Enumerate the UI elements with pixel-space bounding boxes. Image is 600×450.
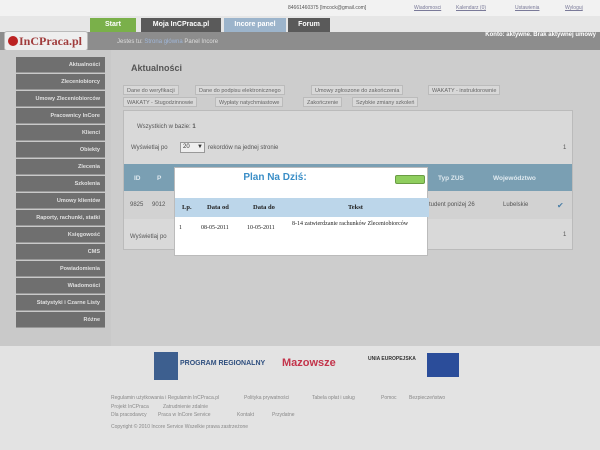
footer-link-polityka[interactable]: Polityka prywatności [244, 395, 289, 401]
tab-start[interactable]: Start [90, 18, 136, 32]
modal-cell-lp: 1 [179, 225, 182, 231]
sidebar-item-powiadomienia[interactable]: Powiadomienia [16, 261, 105, 277]
sidebar-item-obiekty[interactable]: Obiekty [16, 142, 105, 158]
cell-id: 9825 [130, 202, 144, 208]
tab-moja-incpraca[interactable]: Moja InCPraca.pl [141, 18, 221, 32]
record-count-label: Wszystkich w bazie: [137, 124, 191, 130]
user-info: 84661460375 [lmcock@gmail.com] [288, 5, 367, 11]
footer-logo-mazowsze: Mazowsze [282, 357, 336, 369]
sidebar-item-zleceniobiorcy[interactable]: Zleceniobiorcy [16, 74, 105, 90]
perpage-value: 20 [183, 144, 190, 150]
sidebar: Aktualności Zleceniobiorcy Umowy Zleceni… [16, 57, 105, 329]
check-icon[interactable]: ✔ [557, 201, 564, 210]
cell-zus: Student poniżej 26 [425, 202, 475, 208]
record-count-value: 1 [192, 124, 196, 130]
footer-link-pomoc[interactable]: Pomoc [381, 395, 397, 401]
footer-logo-program: PROGRAM REGIONALNY [180, 360, 266, 367]
sidebar-item-szkolenia[interactable]: Szkolenia [16, 176, 105, 192]
tab-dane-weryfikacji[interactable]: Dane do weryfikacji [123, 85, 179, 95]
tab-szybkie-zmiany[interactable]: Szybkie zmiany szkoleń [352, 97, 419, 107]
perpage-suffix: rekordów na jednej stronie [208, 145, 279, 151]
sidebar-item-raporty[interactable]: Raporty, rachunki, statki [16, 210, 105, 226]
sidebar-item-wiadomosci[interactable]: Wiadomości [16, 278, 105, 294]
column-p[interactable]: P [157, 175, 161, 182]
sidebar-item-umowy-klientow[interactable]: Umowy klientów [16, 193, 105, 209]
page-title: Aktualności [131, 63, 183, 73]
breadcrumb-current: Panel Incore [184, 39, 219, 45]
logo-icon [8, 36, 18, 46]
footer-link-regulamin[interactable]: Regulamin użytkowania i Regulamin InCPra… [111, 395, 219, 401]
link-settings[interactable]: Ustawienia [515, 5, 539, 11]
tab-incore-panel[interactable]: Incore panel [224, 18, 286, 32]
sidebar-item-ksiegowosc[interactable]: Księgowość [16, 227, 105, 243]
site-logo[interactable]: InCPraca.pl [4, 31, 88, 51]
footer-link-pracodawca[interactable]: Dla pracodawcy [111, 412, 147, 418]
modal-cell-text: 8-14 zatwierdzanie rachunków Zleceniobio… [292, 221, 409, 227]
modal-col-to: Data do [253, 204, 275, 211]
perpage-bottom: Wyświetlaj po [130, 234, 167, 240]
sidebar-item-umowy-zleceniobiorcow[interactable]: Umowy Zleceniobiorców [16, 91, 105, 107]
tab-dane-podpisu[interactable]: Dane do podpisu elektronicznego [195, 85, 285, 95]
column-typ-zus[interactable]: Typ ZUS [438, 175, 464, 182]
plan-modal: Plan Na Dziś: Lp. Data od Data do Tekst … [174, 167, 429, 256]
breadcrumb-home-link[interactable]: Strona główna [144, 39, 182, 45]
tab-forum[interactable]: Forum [288, 18, 330, 32]
sidebar-item-aktualnosci[interactable]: Aktualności [16, 57, 105, 73]
breadcrumb-prefix: Jestes tu: [117, 39, 143, 45]
perpage-select[interactable]: 20 ▼ [180, 142, 205, 153]
modal-col-lp: Lp. [182, 204, 192, 211]
page-number[interactable]: 1 [563, 145, 566, 151]
footer-link-projekt[interactable]: Projekt InCPraca [111, 404, 149, 410]
copyright: Copyright © 2010 Incore Service Wszelkie… [111, 424, 249, 430]
tab-wyplaty[interactable]: Wypłaty natychmiastowe [215, 97, 284, 107]
link-calendar[interactable]: Kalendarz (0) [456, 5, 486, 11]
sidebar-item-statystyki[interactable]: Statystyki i Czarne Listy [16, 295, 105, 311]
link-messages[interactable]: Wiadomosci [414, 5, 441, 11]
account-status: Konto: aktywne. Brak aktywnej umowy [485, 32, 596, 38]
sidebar-item-pracownicy[interactable]: Pracownicy InCore [16, 108, 105, 124]
column-id[interactable]: ID [134, 175, 141, 182]
perpage-prefix: Wyświetlaj po [131, 145, 168, 151]
eu-flag-icon [154, 352, 178, 380]
cell-wojewodztwo: Lubelskie [503, 202, 529, 208]
page-number-bottom[interactable]: 1 [563, 232, 566, 238]
modal-cell-to: 10-05-2011 [247, 225, 275, 231]
modal-close-button[interactable] [395, 175, 425, 184]
sidebar-item-cms[interactable]: CMS [16, 244, 105, 260]
sidebar-item-rozne[interactable]: Różne [16, 312, 105, 328]
footer-link-praca[interactable]: Praca w InCore Service [158, 412, 211, 418]
footer-link-zatrudnienie[interactable]: Zatrudnienie zdalnie [163, 404, 208, 410]
eu-stars-icon [427, 353, 459, 377]
cell-p: 9012 [152, 202, 166, 208]
modal-title: Plan Na Dziś: [243, 172, 307, 183]
footer-link-przydatne[interactable]: Przydatne [272, 412, 295, 418]
modal-cell-from: 08-05-2011 [201, 225, 229, 231]
breadcrumb: Jestes tu: Strona główna Panel Incore [117, 39, 218, 45]
tab-wakaty-instruktor[interactable]: WAKATY - instruktorownie [428, 85, 501, 95]
link-logout[interactable]: Wyloguj [565, 5, 583, 11]
tab-wakaty-stugodzin[interactable]: WAKATY - Stugodzinnowie [123, 97, 198, 107]
modal-col-from: Data od [207, 204, 229, 211]
record-count: Wszystkich w bazie: 1 [137, 124, 196, 130]
tab-zakonczenie[interactable]: Zakończenie [303, 97, 343, 107]
footer-logo-ue: UNIA EUROPEJSKA [368, 356, 416, 362]
tab-umowy-zakonczenie[interactable]: Umowy zgłoszone do zakończenia [311, 85, 404, 95]
footer-link-tabela[interactable]: Tabela opłat i usług [312, 395, 355, 401]
footer-link-kontakt[interactable]: Kontakt [237, 412, 254, 418]
modal-col-text: Tekst [348, 204, 363, 211]
column-wojewodztwo[interactable]: Województwo [493, 175, 536, 182]
chevron-down-icon: ▼ [197, 144, 203, 150]
sidebar-item-klienci[interactable]: Klienci [16, 125, 105, 141]
logo-text: InCPraca.pl [19, 34, 82, 48]
footer-link-bezpieczenstwo[interactable]: Bezpieczeństwo [409, 395, 445, 401]
sidebar-item-zlecenia[interactable]: Zlecenia [16, 159, 105, 175]
